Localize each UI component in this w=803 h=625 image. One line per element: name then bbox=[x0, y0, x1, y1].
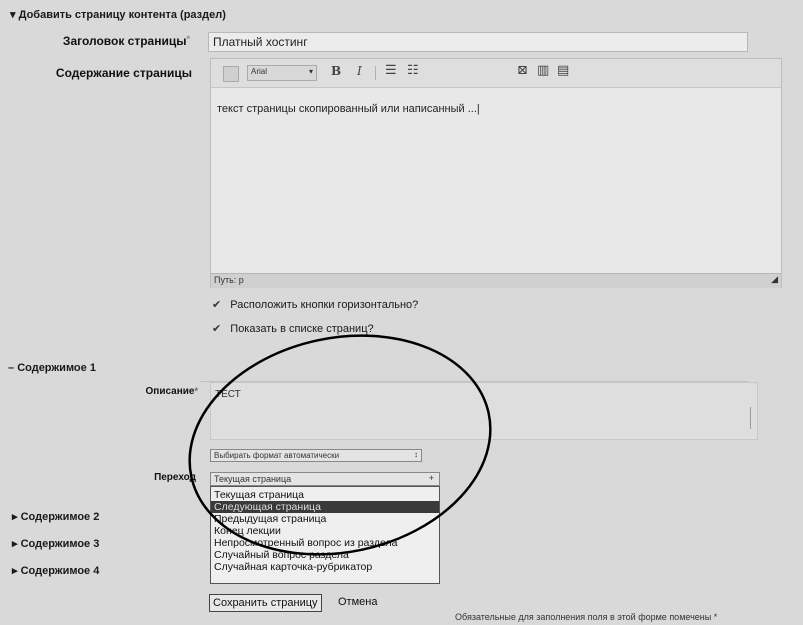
expand-arrow-icon: ▸ bbox=[12, 565, 18, 577]
toolbar-separator bbox=[375, 66, 376, 80]
link-icon[interactable]: ⊠ bbox=[517, 63, 528, 78]
dropdown-option[interactable]: Непросмотренный вопрос из раздела bbox=[211, 537, 439, 549]
expand-arrow-icon: ▸ bbox=[12, 538, 18, 550]
resize-handle-icon[interactable]: ◢ bbox=[771, 274, 778, 285]
section-content2-title: Содержимое 2 bbox=[20, 511, 100, 523]
section-content4-title: Содержимое 4 bbox=[20, 565, 100, 577]
rich-text-editor: Arial ▾ B I ☰ ☷ ⊠ ▥ ▤ текст страницы ско… bbox=[210, 58, 782, 288]
dropdown-option[interactable]: Текущая страница bbox=[211, 489, 439, 501]
required-asterisk: * bbox=[713, 612, 718, 622]
font-select[interactable]: Arial ▾ bbox=[247, 65, 317, 81]
editor-path-label: Путь: p bbox=[214, 275, 244, 285]
dropdown-option[interactable]: Случайный вопрос раздела bbox=[211, 549, 439, 561]
format-icon[interactable] bbox=[223, 66, 239, 82]
collapse-dash-icon: – bbox=[8, 362, 15, 374]
section-add-page-title: Добавить страницу контента (раздел) bbox=[18, 9, 226, 21]
checkbox-label: Показать в списке страниц? bbox=[230, 323, 374, 335]
page-title-label: Заголовок страницы* bbox=[62, 34, 190, 48]
collapse-arrow-icon: ▾ bbox=[10, 9, 16, 21]
editor-body-text[interactable]: текст страницы скопированный или написан… bbox=[217, 103, 480, 115]
description-value: ТЕСТ bbox=[215, 389, 241, 400]
dropdown-arrow-icon: ▾ bbox=[308, 67, 313, 76]
required-asterisk: * bbox=[186, 34, 190, 44]
section-content2-header[interactable]: ▸ Содержимое 2 bbox=[12, 510, 99, 523]
section-content4-header[interactable]: ▸ Содержимое 4 bbox=[12, 564, 99, 577]
checkbox-row-horizontal[interactable]: ✔ Расположить кнопки горизонтально? bbox=[212, 298, 418, 311]
bold-button[interactable]: B bbox=[331, 64, 341, 78]
dropdown-option[interactable]: Конец лекции bbox=[211, 525, 439, 537]
page-title-input[interactable]: Платный хостинг bbox=[208, 32, 748, 52]
section-content1-title: Содержимое 1 bbox=[17, 362, 96, 374]
section-content3-header[interactable]: ▸ Содержимое 3 bbox=[12, 537, 99, 550]
checkbox-label: Расположить кнопки горизонтально? bbox=[230, 299, 419, 311]
description-textarea[interactable]: ТЕСТ bbox=[210, 382, 758, 440]
dropdown-option-selected[interactable]: Следующая страница bbox=[211, 501, 439, 513]
description-label: Описание* bbox=[145, 386, 198, 397]
page-content-label: Содержание страницы bbox=[55, 66, 192, 80]
save-page-button[interactable]: Сохранить страницу bbox=[209, 594, 322, 612]
section-add-page-header[interactable]: ▾ Добавить страницу контента (раздел) bbox=[10, 8, 226, 21]
dropdown-option[interactable]: Случайная карточка-рубрикатор bbox=[211, 561, 439, 573]
editor-toolbar: Arial ▾ B I ☰ ☷ ⊠ ▥ ▤ bbox=[211, 59, 781, 88]
jump-dropdown-list[interactable]: Текущая страница Следующая страница Пред… bbox=[210, 486, 440, 584]
jump-label: Переход bbox=[154, 472, 196, 483]
dropdown-arrow-icon: ↕ bbox=[414, 450, 418, 459]
checkbox-row-show-in-list[interactable]: ✔ Показать в списке страниц? bbox=[212, 322, 374, 335]
dropdown-arrow-icon: + bbox=[428, 473, 434, 483]
image-icon[interactable]: ▤ bbox=[557, 63, 569, 78]
scrollbar[interactable] bbox=[750, 407, 751, 429]
italic-button[interactable]: I bbox=[357, 64, 362, 78]
required-fields-note: Обязательные для заполнения поля в этой … bbox=[455, 612, 718, 622]
editor-statusbar: Путь: p ◢ bbox=[211, 273, 781, 288]
jump-select[interactable]: Текущая страница + bbox=[210, 472, 440, 486]
section-content1-header[interactable]: – Содержимое 1 bbox=[8, 362, 96, 374]
cancel-link[interactable]: Отмена bbox=[338, 596, 377, 608]
required-asterisk: * bbox=[194, 386, 198, 396]
checkmark-icon[interactable]: ✔ bbox=[212, 323, 221, 335]
section-content3-title: Содержимое 3 bbox=[20, 538, 100, 550]
unlink-icon[interactable]: ▥ bbox=[537, 63, 549, 78]
checkmark-icon[interactable]: ✔ bbox=[212, 299, 221, 311]
format-select[interactable]: Выбирать формат автоматически ↕ bbox=[210, 449, 422, 462]
expand-arrow-icon: ▸ bbox=[12, 511, 18, 523]
numbered-list-icon[interactable]: ☷ bbox=[407, 63, 419, 78]
bullet-list-icon[interactable]: ☰ bbox=[385, 63, 397, 78]
dropdown-option[interactable]: Предыдущая страница bbox=[211, 513, 439, 525]
